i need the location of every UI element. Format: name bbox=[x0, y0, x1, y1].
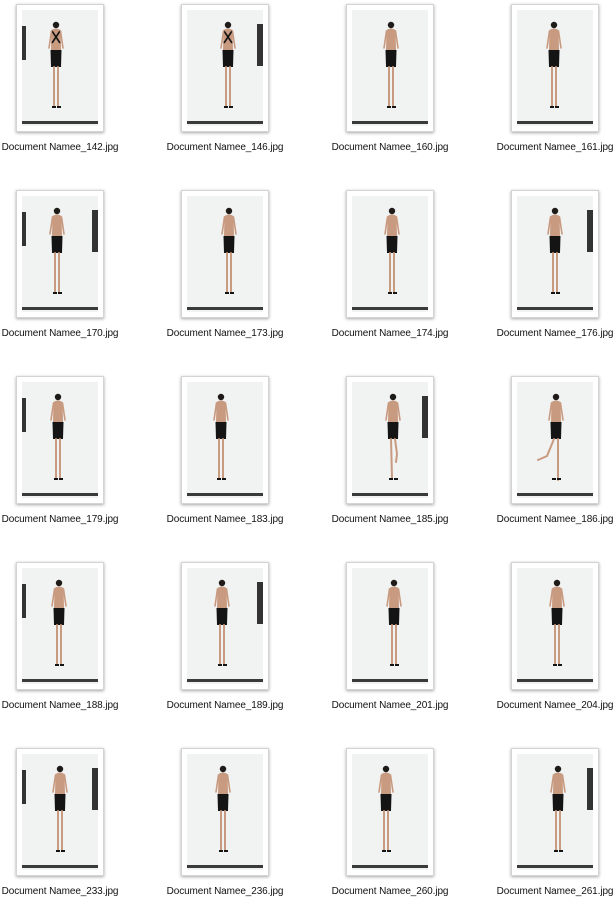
file-item[interactable]: Document Namee_170.jpg bbox=[0, 186, 130, 356]
thumbnail[interactable] bbox=[511, 376, 599, 504]
file-name-label[interactable]: Document Namee_183.jpg bbox=[157, 514, 293, 525]
thumbnail[interactable] bbox=[16, 376, 104, 504]
file-name-label[interactable]: Document Namee_176.jpg bbox=[487, 328, 615, 339]
file-item[interactable]: Document Namee_174.jpg bbox=[330, 186, 460, 356]
thumbnail[interactable] bbox=[511, 748, 599, 876]
photo-thumbnail-image bbox=[517, 196, 593, 312]
file-name-label[interactable]: Document Namee_204.jpg bbox=[487, 700, 615, 711]
file-item[interactable]: Document Namee_261.jpg bbox=[495, 744, 615, 914]
photo-thumbnail-image bbox=[352, 754, 428, 870]
thumbnail[interactable] bbox=[346, 748, 434, 876]
thumbnail[interactable] bbox=[181, 376, 269, 504]
file-item[interactable]: Document Namee_183.jpg bbox=[165, 372, 295, 542]
thumbnail[interactable] bbox=[181, 4, 269, 132]
thumbnail[interactable] bbox=[181, 748, 269, 876]
file-item[interactable]: Document Namee_186.jpg bbox=[495, 372, 615, 542]
file-name-label[interactable]: Document Namee_185.jpg bbox=[322, 514, 458, 525]
photo-thumbnail-image bbox=[517, 10, 593, 126]
file-item[interactable]: Document Namee_176.jpg bbox=[495, 186, 615, 356]
photo-thumbnail-image bbox=[187, 382, 263, 498]
thumbnail[interactable] bbox=[511, 190, 599, 318]
photo-thumbnail-image bbox=[187, 754, 263, 870]
thumbnail[interactable] bbox=[16, 4, 104, 132]
thumbnail[interactable] bbox=[16, 748, 104, 876]
photo-thumbnail-image bbox=[187, 568, 263, 684]
file-name-label[interactable]: Document Namee_173.jpg bbox=[157, 328, 293, 339]
photo-thumbnail-image bbox=[22, 568, 98, 684]
file-name-label[interactable]: Document Namee_142.jpg bbox=[0, 142, 128, 153]
file-item[interactable]: Document Namee_173.jpg bbox=[165, 186, 295, 356]
file-name-label[interactable]: Document Namee_170.jpg bbox=[0, 328, 128, 339]
file-name-label[interactable]: Document Namee_261.jpg bbox=[487, 886, 615, 897]
file-item[interactable]: Document Namee_236.jpg bbox=[165, 744, 295, 914]
file-name-label[interactable]: Document Namee_260.jpg bbox=[322, 886, 458, 897]
file-item[interactable]: Document Namee_161.jpg bbox=[495, 0, 615, 170]
photo-thumbnail-image bbox=[352, 196, 428, 312]
photo-thumbnail-image bbox=[352, 10, 428, 126]
thumbnail[interactable] bbox=[346, 4, 434, 132]
photo-thumbnail-image bbox=[22, 196, 98, 312]
file-item[interactable]: Document Namee_189.jpg bbox=[165, 558, 295, 728]
file-item[interactable]: Document Namee_160.jpg bbox=[330, 0, 460, 170]
photo-thumbnail-image bbox=[22, 754, 98, 870]
thumbnail[interactable] bbox=[511, 4, 599, 132]
file-name-label[interactable]: Document Namee_236.jpg bbox=[157, 886, 293, 897]
file-item[interactable]: Document Namee_188.jpg bbox=[0, 558, 130, 728]
file-item[interactable]: Document Namee_204.jpg bbox=[495, 558, 615, 728]
photo-thumbnail-image bbox=[352, 382, 428, 498]
file-name-label[interactable]: Document Namee_189.jpg bbox=[157, 700, 293, 711]
file-name-label[interactable]: Document Namee_188.jpg bbox=[0, 700, 128, 711]
file-item[interactable]: Document Namee_185.jpg bbox=[330, 372, 460, 542]
thumbnail[interactable] bbox=[346, 376, 434, 504]
photo-thumbnail-image bbox=[187, 196, 263, 312]
file-name-label[interactable]: Document Namee_161.jpg bbox=[487, 142, 615, 153]
file-item[interactable]: Document Namee_201.jpg bbox=[330, 558, 460, 728]
photo-thumbnail-image bbox=[187, 10, 263, 126]
file-item[interactable]: Document Namee_233.jpg bbox=[0, 744, 130, 914]
file-name-label[interactable]: Document Namee_233.jpg bbox=[0, 886, 128, 897]
file-grid: Document Namee_142.jpg Document Namee_14… bbox=[0, 0, 615, 900]
file-item[interactable]: Document Namee_260.jpg bbox=[330, 744, 460, 914]
file-name-label[interactable]: Document Namee_201.jpg bbox=[322, 700, 458, 711]
file-name-label[interactable]: Document Namee_179.jpg bbox=[0, 514, 128, 525]
photo-thumbnail-image bbox=[352, 568, 428, 684]
photo-thumbnail-image bbox=[22, 382, 98, 498]
thumbnail[interactable] bbox=[346, 562, 434, 690]
file-name-label[interactable]: Document Namee_186.jpg bbox=[487, 514, 615, 525]
thumbnail[interactable] bbox=[181, 190, 269, 318]
photo-thumbnail-image bbox=[517, 754, 593, 870]
file-name-label[interactable]: Document Namee_146.jpg bbox=[157, 142, 293, 153]
photo-thumbnail-image bbox=[517, 382, 593, 498]
thumbnail[interactable] bbox=[181, 562, 269, 690]
thumbnail[interactable] bbox=[16, 190, 104, 318]
thumbnail[interactable] bbox=[346, 190, 434, 318]
file-name-label[interactable]: Document Namee_174.jpg bbox=[322, 328, 458, 339]
photo-thumbnail-image bbox=[517, 568, 593, 684]
photo-thumbnail-image bbox=[22, 10, 98, 126]
file-name-label[interactable]: Document Namee_160.jpg bbox=[322, 142, 458, 153]
thumbnail[interactable] bbox=[16, 562, 104, 690]
file-item[interactable]: Document Namee_146.jpg bbox=[165, 0, 295, 170]
file-item[interactable]: Document Namee_179.jpg bbox=[0, 372, 130, 542]
file-item[interactable]: Document Namee_142.jpg bbox=[0, 0, 130, 170]
thumbnail[interactable] bbox=[511, 562, 599, 690]
